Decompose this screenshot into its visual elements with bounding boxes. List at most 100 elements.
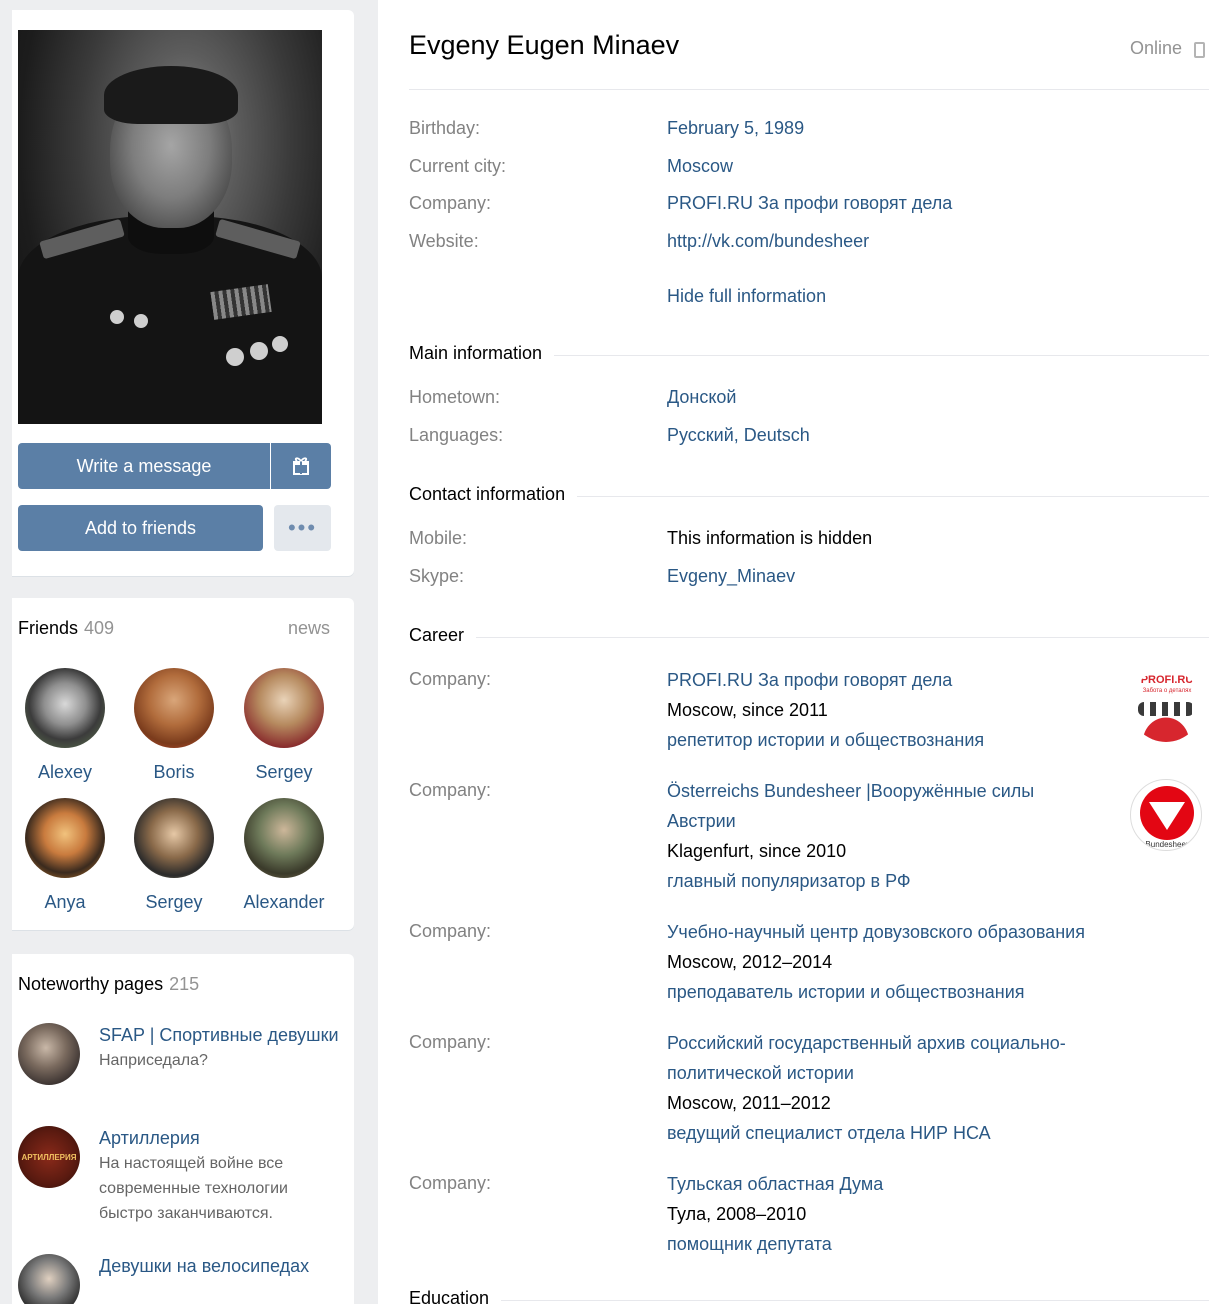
add-to-friends-button[interactable]: Add to friends [18,505,263,551]
career-company-label: Company: [409,669,492,689]
page-description: Наприседала? [99,1052,208,1069]
friend-item[interactable]: Boris [119,668,229,783]
send-gift-button[interactable] [271,443,331,489]
friend-avatar [25,668,105,748]
friend-name: Alexey [37,762,93,782]
career-position[interactable]: ведущий специалист отдела НИР НСА [667,1118,1167,1148]
pages-title: Noteworthy pages [18,974,164,994]
page-description: На настоящей войне все современные техно… [99,1155,288,1222]
career-position[interactable]: помощник депутата [667,1229,1167,1259]
education-section-header: Education [409,1288,1209,1304]
page-avatar [18,1254,80,1304]
hometown-label: Hometown: [409,387,501,407]
career-place: Moscow, 2011–2012 [667,1093,831,1113]
friend-avatar [244,798,324,878]
profile-name: Evgeny Eugen Minaev [409,30,680,60]
page-title[interactable]: Артиллерия [99,1126,339,1151]
friends-title: Friends [18,618,79,638]
more-actions-button[interactable]: ••• [274,505,331,551]
page-avatar [18,1023,80,1085]
education-title: Education [409,1288,502,1304]
gift-icon [293,457,309,475]
friend-name: Sergey [255,762,313,782]
mobile-online-icon [1194,42,1205,58]
city-label: Current city: [409,156,507,176]
friend-name: Anya [44,892,86,912]
career-position[interactable]: репетитор истории и обществознания [667,725,1167,755]
profile-photo-card: Write a message Add to friends ••• [12,10,354,576]
career-company-link[interactable]: Российский государственный архив социаль… [667,1028,1167,1058]
career-company-link[interactable]: Учебно-научный центр довузовского образо… [667,917,1187,947]
page-avatar: АРТИЛЛЕРИЯ [18,1126,80,1188]
website-value[interactable]: http://vk.com/bundesheer [667,226,869,256]
hometown-value[interactable]: Донской [667,382,737,412]
friend-item[interactable]: Sergey [119,798,229,913]
career-place: Klagenfurt, since 2010 [667,841,847,861]
profi-ru-logo[interactable]: PROFI.RU Забота о деталях [1130,670,1202,742]
logo-people-graphic [1138,702,1194,716]
career-place: Moscow, 2012–2014 [667,952,833,972]
friend-avatar [134,798,214,878]
career-company-label: Company: [409,1173,492,1193]
languages-label: Languages: [409,425,504,445]
pages-header[interactable]: Noteworthy pages 215 [18,974,199,995]
career-place: Moscow, since 2011 [667,700,828,720]
contact-info-title: Contact information [409,484,578,505]
online-status: Online [1130,38,1183,58]
friends-header[interactable]: Friends 409 [18,618,114,639]
friends-news-link[interactable]: news [288,618,330,639]
photo-medal [134,314,148,328]
friend-avatar [25,798,105,878]
page-avatar-text: АРТИЛЛЕРИЯ [21,1152,77,1162]
career-place: Тула, 2008–2010 [667,1204,807,1224]
company-label: Company: [409,193,492,213]
company-value[interactable]: PROFI.RU За профи говорят дела [667,188,952,218]
write-message-label: Write a message [76,455,212,476]
photo-medal [110,310,124,324]
friends-count: 409 [84,618,115,638]
hide-full-info-link[interactable]: Hide full information [667,281,826,311]
friend-avatar [134,668,214,748]
career-company-link[interactable]: PROFI.RU За профи говорят дела [667,665,1167,695]
languages-value[interactable]: Русский, Deutsch [667,420,810,450]
page-title[interactable]: SFAP | Спортивные девушки [99,1023,339,1048]
friend-item[interactable]: Alexander [229,798,339,913]
write-message-button[interactable]: Write a message [18,443,270,489]
friend-avatar [244,668,324,748]
bundesheer-logo[interactable]: Bundesheer [1130,779,1202,851]
friend-item[interactable]: Anya [10,798,120,913]
logo-text: PROFI.RU [1140,674,1194,686]
profile-photo[interactable] [18,30,322,424]
logo-text: Bundesheer [1145,840,1189,849]
logo-subtext: Забота о деталях [1142,688,1192,694]
header-divider [409,89,1209,90]
career-company-link[interactable]: Тульская областная Дума [667,1169,1167,1199]
career-company-link[interactable]: Österreichs Bundesheer |Вооружённые силы [667,776,1167,806]
photo-medal [226,348,244,366]
photo-hair [104,66,238,124]
career-company-link-cont[interactable]: политической истории [667,1058,1167,1088]
career-position[interactable]: преподаватель истории и обществознания [667,977,1187,1007]
city-value[interactable]: Moscow [667,151,733,181]
profile-info-panel: Evgeny Eugen Minaev Online Birthday: Feb… [378,0,1209,1304]
mobile-label: Mobile: [409,528,468,548]
more-dots-icon: ••• [287,515,318,540]
photo-medal [250,342,268,360]
career-section-header: Career [409,625,1209,651]
career-company-link-cont[interactable]: Австрии [667,806,1167,836]
career-position[interactable]: главный популяризатор в РФ [667,866,1167,896]
friend-item[interactable]: Alexey [10,668,120,783]
skype-value[interactable]: Evgeny_Minaev [667,561,795,591]
add-to-friends-label: Add to friends [84,517,197,538]
career-title: Career [409,625,477,646]
mobile-value: This information is hidden [667,528,873,548]
friend-item[interactable]: Sergey [229,668,339,783]
career-company-label: Company: [409,1032,492,1052]
main-info-section-header: Main information [409,343,1209,369]
contact-info-section-header: Contact information [409,484,1209,510]
pages-count: 215 [169,974,200,994]
photo-medal [272,336,288,352]
birthday-value[interactable]: February 5, 1989 [667,113,804,143]
website-label: Website: [409,231,479,251]
page-title[interactable]: Девушки на велосипедах [99,1254,339,1279]
